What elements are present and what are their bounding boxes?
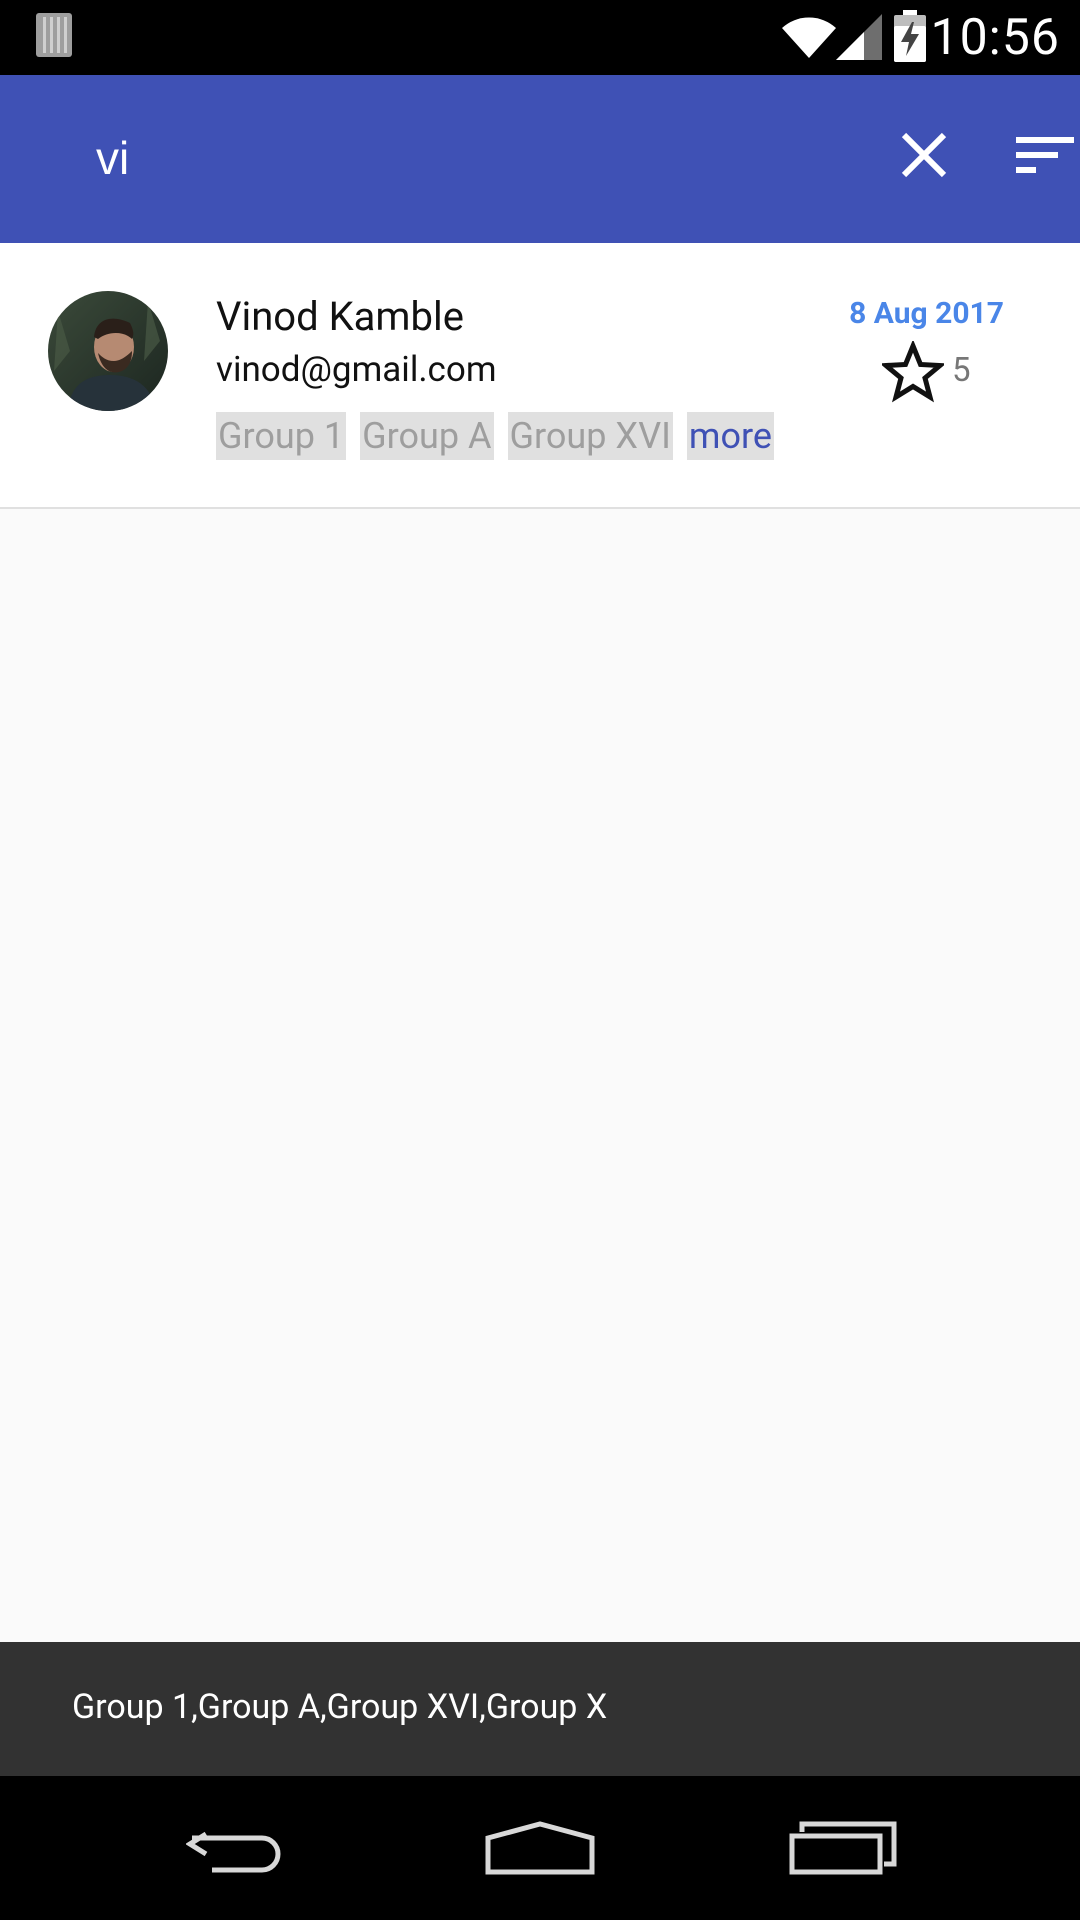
contact-groups: Group 1 Group A Group XVI more bbox=[216, 412, 774, 462]
home-button[interactable] bbox=[484, 1820, 596, 1876]
group-chip: Group XVI bbox=[507, 412, 673, 460]
contact-list-item[interactable]: Vinod Kamble vinod@gmail.com Group 1 Gro… bbox=[0, 243, 1080, 509]
recents-button[interactable] bbox=[788, 1820, 898, 1876]
wifi-icon bbox=[782, 17, 836, 58]
contact-name: Vinod Kamble bbox=[216, 293, 464, 340]
home-icon bbox=[485, 1821, 595, 1875]
group-chip: Group A bbox=[360, 412, 494, 460]
filter-list-icon bbox=[1016, 137, 1074, 173]
star-icon bbox=[882, 341, 944, 403]
status-bar: 10:56 bbox=[0, 0, 1080, 75]
avatar bbox=[48, 291, 168, 411]
battery-charging-icon bbox=[894, 10, 926, 62]
star-count: 5 bbox=[952, 351, 971, 390]
status-icons: 10:56 bbox=[750, 0, 1080, 75]
back-button[interactable] bbox=[186, 1820, 290, 1876]
contact-date: 8 Aug 2017 bbox=[849, 296, 1004, 331]
back-icon bbox=[186, 1831, 281, 1873]
snackbar: Group 1,Group A,Group XVI,Group X bbox=[0, 1642, 1080, 1776]
filter-button[interactable] bbox=[1010, 115, 1080, 195]
recents-icon bbox=[789, 1821, 897, 1875]
contact-email: vinod@gmail.com bbox=[216, 349, 497, 390]
more-groups-link[interactable]: more bbox=[686, 412, 774, 460]
search-input[interactable] bbox=[96, 125, 816, 191]
cell-signal-icon bbox=[836, 14, 882, 60]
notification-icon bbox=[36, 13, 72, 57]
status-time: 10:56 bbox=[930, 9, 1060, 67]
clear-search-button[interactable] bbox=[888, 119, 960, 191]
close-icon bbox=[901, 132, 947, 178]
group-chip: Group 1 bbox=[216, 412, 347, 460]
search-toolbar bbox=[0, 75, 1080, 243]
navigation-bar bbox=[0, 1776, 1080, 1920]
snackbar-text: Group 1,Group A,Group XVI,Group X bbox=[72, 1687, 608, 1727]
star-rating[interactable]: 5 bbox=[882, 341, 1022, 403]
